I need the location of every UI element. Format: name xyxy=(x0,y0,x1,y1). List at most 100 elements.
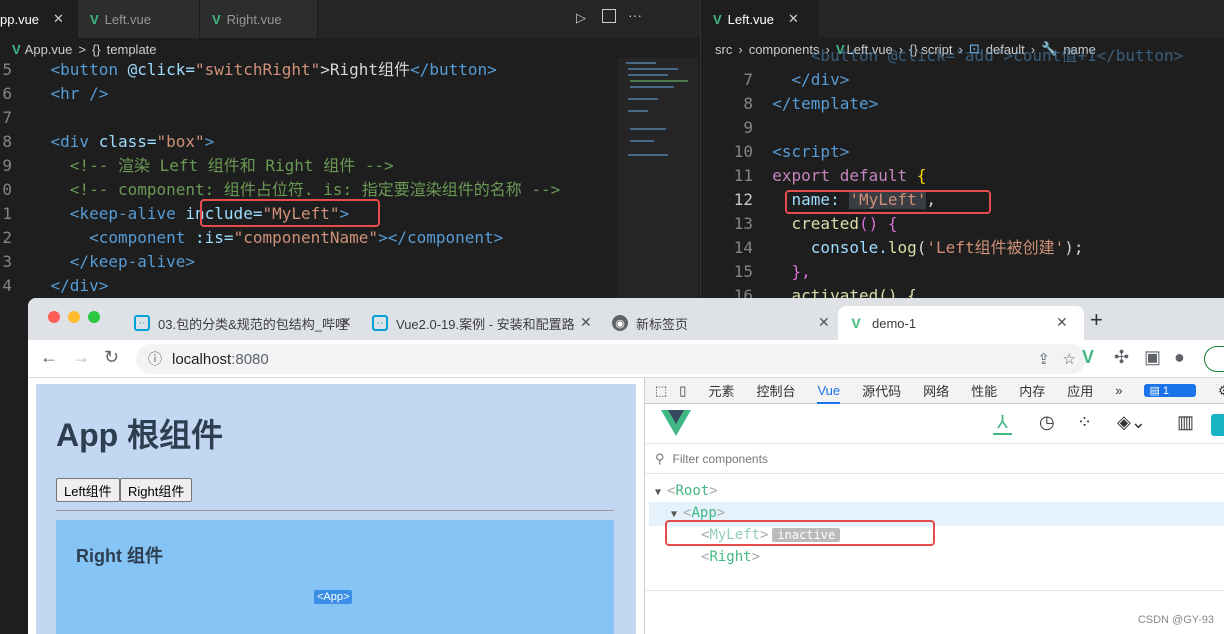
profile-avatar[interactable]: ● xyxy=(1174,347,1185,368)
browser-tab[interactable]: ·· Vue2.0-19.案例 - 安装和配置路 xyxy=(362,306,576,340)
browser-tab-active[interactable]: V demo-1 xyxy=(838,306,1084,340)
code-token: }, xyxy=(791,262,811,281)
tree-node-root[interactable]: ▼ <Root> xyxy=(655,480,718,504)
forward-icon[interactable]: → xyxy=(72,347,90,368)
chrome-icon: ◉ xyxy=(612,315,628,331)
vue-icon: V xyxy=(90,11,99,27)
more-tabs-icon[interactable]: » xyxy=(1115,383,1122,398)
routing-icon[interactable]: ◈⌄ xyxy=(1117,412,1146,433)
breadcrumb-file[interactable]: App.vue xyxy=(25,42,73,57)
code-area[interactable]: <button @click="add">count值+1</button> 7… xyxy=(701,44,1183,308)
line-number: 8 xyxy=(743,94,753,113)
timeline-icon[interactable]: ◷ xyxy=(1039,412,1055,433)
close-tab-icon[interactable]: ✕ xyxy=(818,314,830,331)
more-actions-icon[interactable]: ··· xyxy=(628,7,642,23)
share-icon[interactable]: ⇪ xyxy=(1037,350,1050,368)
issues-badge[interactable]: ▤ 1 xyxy=(1144,384,1197,397)
code-token: </button> xyxy=(410,60,497,79)
tab-label: Vue2.0-19.案例 - 安装和配置路 xyxy=(396,316,575,332)
side-panel-icon[interactable]: ▣ xyxy=(1144,347,1161,368)
devtools-tab[interactable]: 控制台 xyxy=(756,381,795,400)
minimap[interactable] xyxy=(618,58,698,300)
node-label: Root xyxy=(675,483,710,499)
line-number: 4 xyxy=(2,276,12,295)
code-token: class= xyxy=(89,132,157,151)
tree-node-right[interactable]: <Right> xyxy=(701,546,760,568)
devtools-tab[interactable]: 源代码 xyxy=(862,381,901,400)
highlight-myleft-inactive xyxy=(665,520,935,546)
components-tree-icon[interactable]: ⅄ xyxy=(993,412,1012,435)
settings-gear-icon[interactable]: ⚙ xyxy=(1218,383,1224,399)
code-token: "box" xyxy=(156,132,205,151)
performance-icon[interactable]: ▥ xyxy=(1177,412,1194,433)
braces-icon: {} xyxy=(91,41,101,57)
vue-icon: V xyxy=(851,315,861,331)
browser-tab[interactable]: ·· 03.包的分类&规范的包结构_哔哩 xyxy=(124,306,356,340)
line-number: 5 xyxy=(2,60,12,79)
code-token: </keep-alive> xyxy=(69,252,196,271)
code-token: ></component> xyxy=(378,228,504,247)
bookmark-star-icon[interactable]: ☆ xyxy=(1063,350,1076,368)
devtools-tab[interactable]: 网络 xyxy=(923,381,949,400)
close-tab-icon[interactable]: ✕ xyxy=(1056,314,1068,331)
bilibili-icon: ·· xyxy=(134,315,150,331)
url-port: :8080 xyxy=(231,350,269,368)
line-number: 2 xyxy=(2,228,12,247)
filter-components[interactable]: ⚲ Filter components xyxy=(645,444,1224,474)
tab-right-vue[interactable]: V Right.vue xyxy=(200,0,318,38)
breadcrumb: V App.vue > {} template xyxy=(0,38,700,60)
devtools-tab[interactable]: 应用 xyxy=(1067,381,1093,400)
tab-label: 新标签页 xyxy=(636,316,689,332)
url-bar[interactable]: ⓘ localhost:8080 ⇪ ☆ xyxy=(136,344,1086,374)
close-tab-icon[interactable]: ✕ xyxy=(340,314,352,331)
tab-left-vue[interactable]: V Left.vue ✕ xyxy=(701,0,819,38)
code-token: created xyxy=(791,214,859,233)
vue-devtools-extension-icon[interactable]: V xyxy=(1082,347,1094,368)
browser-tab[interactable]: ◉ 新标签页 xyxy=(602,306,832,340)
tab-left-vue[interactable]: V Left.vue xyxy=(78,0,200,38)
maximize-window-button[interactable] xyxy=(88,311,100,323)
close-window-button[interactable] xyxy=(48,311,60,323)
vue-icon: V xyxy=(713,11,722,27)
devtools-tab[interactable]: 内存 xyxy=(1019,381,1045,400)
code-token: 'Left组件被创建' xyxy=(926,238,1065,257)
line-number: 1 xyxy=(2,204,12,223)
breadcrumb-separator: > xyxy=(78,41,86,57)
run-icon[interactable]: ▷ xyxy=(576,10,586,26)
update-button[interactable] xyxy=(1204,346,1224,372)
left-component-button[interactable]: Left组件 xyxy=(56,478,120,502)
pinia-icon[interactable] xyxy=(1211,414,1224,436)
breadcrumb-scope[interactable]: template xyxy=(107,42,157,57)
devtools-tab-vue[interactable]: Vue xyxy=(817,383,841,404)
close-icon[interactable]: ✕ xyxy=(788,11,799,27)
inspect-element-icon[interactable]: ⬚ xyxy=(655,383,667,399)
split-editor-icon[interactable] xyxy=(602,9,616,23)
right-component-title: Right 组件 xyxy=(76,546,163,566)
tab-app-vue[interactable]: pp.vue ✕ xyxy=(0,0,78,38)
node-label: Right xyxy=(709,549,752,565)
device-toggle-icon[interactable]: ▯ xyxy=(679,383,686,399)
back-icon[interactable]: ← xyxy=(40,347,58,368)
close-tab-icon[interactable]: ✕ xyxy=(580,314,592,331)
watermark: CSDN @GY-93 xyxy=(1137,614,1214,626)
reload-icon[interactable]: ↻ xyxy=(104,347,119,368)
address-toolbar: ← → ↻ ⓘ localhost:8080 ⇪ ☆ V ✣ ▣ ● xyxy=(28,340,1224,378)
devtools-tab[interactable]: 元素 xyxy=(708,381,734,400)
devtools-tab[interactable]: 性能 xyxy=(971,381,997,400)
code-token: export default xyxy=(772,166,908,185)
code-area[interactable]: 5 <button @click="switchRight">Right组件</… xyxy=(0,58,560,298)
code-token: </div> xyxy=(50,276,109,295)
plugins-icon[interactable]: ⁘ xyxy=(1077,412,1092,433)
highlight-include xyxy=(200,199,380,227)
page-viewport: App 根组件 Left组件 Right组件 Right 组件 <App> xyxy=(28,378,644,634)
new-tab-icon[interactable]: + xyxy=(1090,307,1103,333)
minimize-window-button[interactable] xyxy=(68,311,80,323)
close-icon[interactable]: ✕ xyxy=(53,11,64,27)
code-token: >Right组件 xyxy=(320,60,411,79)
line-number: 11 xyxy=(733,166,753,185)
line-number: 6 xyxy=(2,84,12,103)
extensions-icon[interactable]: ✣ xyxy=(1114,347,1129,368)
right-component-button[interactable]: Right组件 xyxy=(120,478,193,502)
vue-icon: V xyxy=(212,11,221,27)
component-inspect-tag: <App> xyxy=(314,590,353,604)
